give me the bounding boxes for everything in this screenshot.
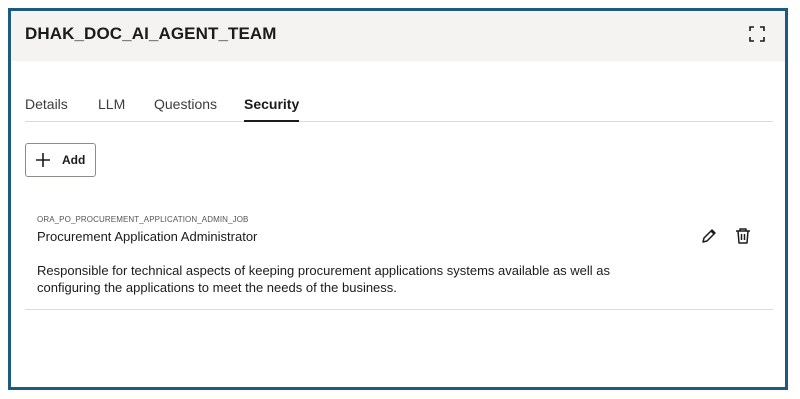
tab-questions[interactable]: Questions <box>154 96 217 121</box>
panel-frame: DHAK_DOC_AI_AGENT_TEAM Details LLM Quest… <box>8 8 788 390</box>
role-title: Procurement Application Administrator <box>37 229 258 244</box>
tab-security[interactable]: Security <box>244 96 300 122</box>
add-button-label: Add <box>62 153 86 167</box>
add-button[interactable]: Add <box>25 143 96 177</box>
plus-icon <box>36 153 50 167</box>
panel-title: DHAK_DOC_AI_AGENT_TEAM <box>25 24 277 43</box>
tab-llm[interactable]: LLM <box>98 96 125 121</box>
expand-button[interactable] <box>749 26 765 42</box>
role-description: Responsible for technical aspects of kee… <box>37 263 611 295</box>
tab-bar: Details LLM Questions Security <box>25 91 773 122</box>
security-role-item: ORA_PO_PROCUREMENT_APPLICATION_ADMIN_JOB… <box>25 207 773 310</box>
panel-header: DHAK_DOC_AI_AGENT_TEAM <box>11 11 785 61</box>
tab-details[interactable]: Details <box>25 96 68 121</box>
pencil-icon <box>702 229 716 243</box>
trash-icon <box>736 228 750 244</box>
expand-icon <box>749 26 765 42</box>
edit-button[interactable] <box>700 227 718 245</box>
role-code: ORA_PO_PROCUREMENT_APPLICATION_ADMIN_JOB <box>37 215 249 224</box>
delete-button[interactable] <box>734 227 752 245</box>
